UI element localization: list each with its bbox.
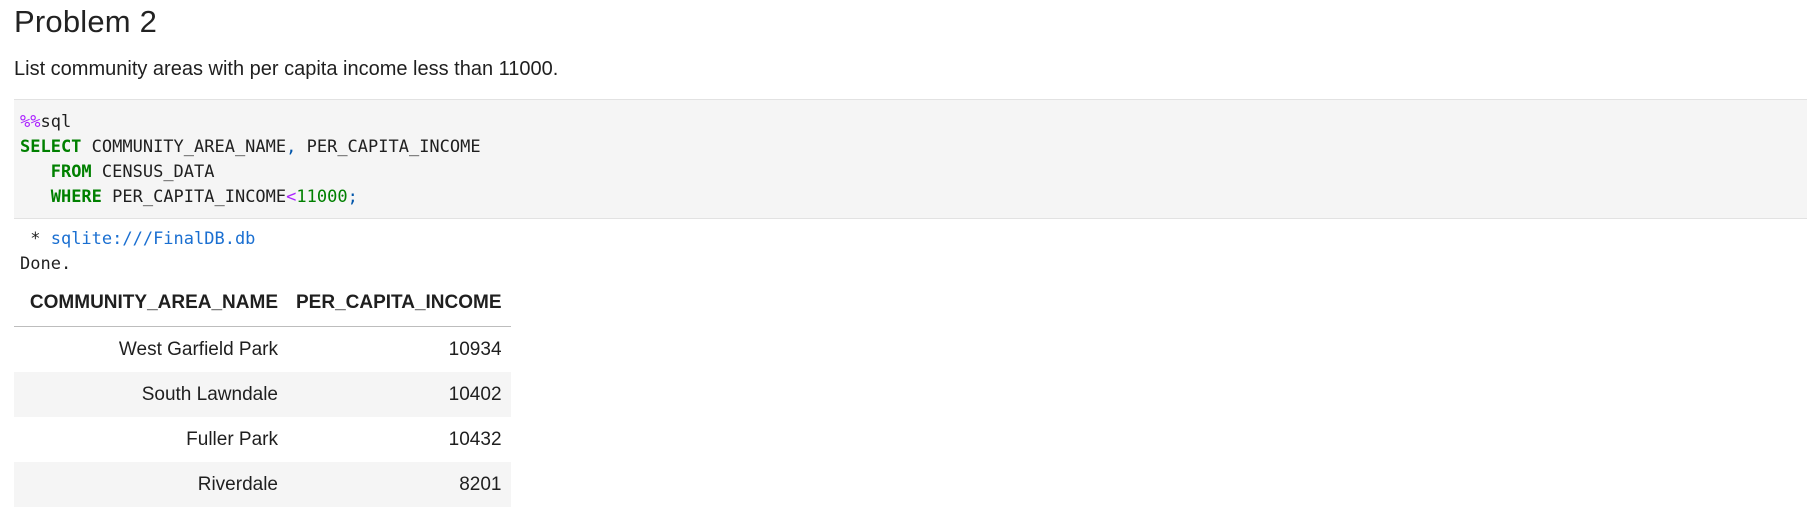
keyword-from: FROM xyxy=(50,162,92,182)
cell-community-area-name: South Lawndale xyxy=(14,372,287,417)
keyword-where: WHERE xyxy=(50,187,102,207)
column-header-community-area-name: COMMUNITY_AREA_NAME xyxy=(14,280,287,327)
column-header-per-capita-income: PER_CAPITA_INCOME xyxy=(287,280,511,327)
cell-community-area-name: West Garfield Park xyxy=(118,338,278,360)
sql-magic-prefix: %% xyxy=(20,112,41,132)
connection-string: sqlite:///FinalDB.db xyxy=(50,229,256,249)
cell-community-area-name: Fuller Park xyxy=(186,428,278,450)
table-row: West Garfield Park 10934 xyxy=(14,327,511,373)
operator-less-than: < xyxy=(286,187,297,207)
keyword-select: SELECT xyxy=(20,137,82,157)
column-community-area-name: COMMUNITY_AREA_NAME xyxy=(81,137,287,157)
output-connection-line: * sqlite:///FinalDB.db xyxy=(20,228,255,250)
markdown-heading: Problem 2 xyxy=(14,4,158,39)
table-name: CENSUS_DATA xyxy=(91,162,215,182)
column-per-capita-income: PER_CAPITA_INCOME xyxy=(296,137,481,157)
table-row: Riverdale 8201 xyxy=(14,462,511,507)
cell-per-capita-income: 8201 xyxy=(287,462,511,507)
literal-value: 11000 xyxy=(296,187,348,207)
table-row: Fuller Park 10432 xyxy=(14,417,511,462)
comma: , xyxy=(286,137,297,157)
cell-community-area-name: Riverdale xyxy=(14,462,287,507)
semicolon: ; xyxy=(347,187,358,207)
output-status: Done. xyxy=(20,254,72,274)
sql-magic-name: sql xyxy=(40,112,72,132)
markdown-description: List community areas with per capita inc… xyxy=(14,58,559,80)
table-row: South Lawndale 10402 xyxy=(14,372,511,417)
result-table: COMMUNITY_AREA_NAME PER_CAPITA_INCOME We… xyxy=(14,280,511,507)
output-bullet: * xyxy=(20,229,51,249)
cell-per-capita-income: 10402 xyxy=(287,372,511,417)
code-editor[interactable]: %%sql SELECT COMMUNITY_AREA_NAME, PER_CA… xyxy=(20,110,481,210)
code-cell[interactable]: %%sql SELECT COMMUNITY_AREA_NAME, PER_CA… xyxy=(14,99,1807,219)
cell-per-capita-income: 10934 xyxy=(448,338,502,360)
table-header-row: COMMUNITY_AREA_NAME PER_CAPITA_INCOME xyxy=(14,280,511,327)
where-column: PER_CAPITA_INCOME xyxy=(101,187,287,207)
cell-per-capita-income: 10432 xyxy=(448,428,502,450)
